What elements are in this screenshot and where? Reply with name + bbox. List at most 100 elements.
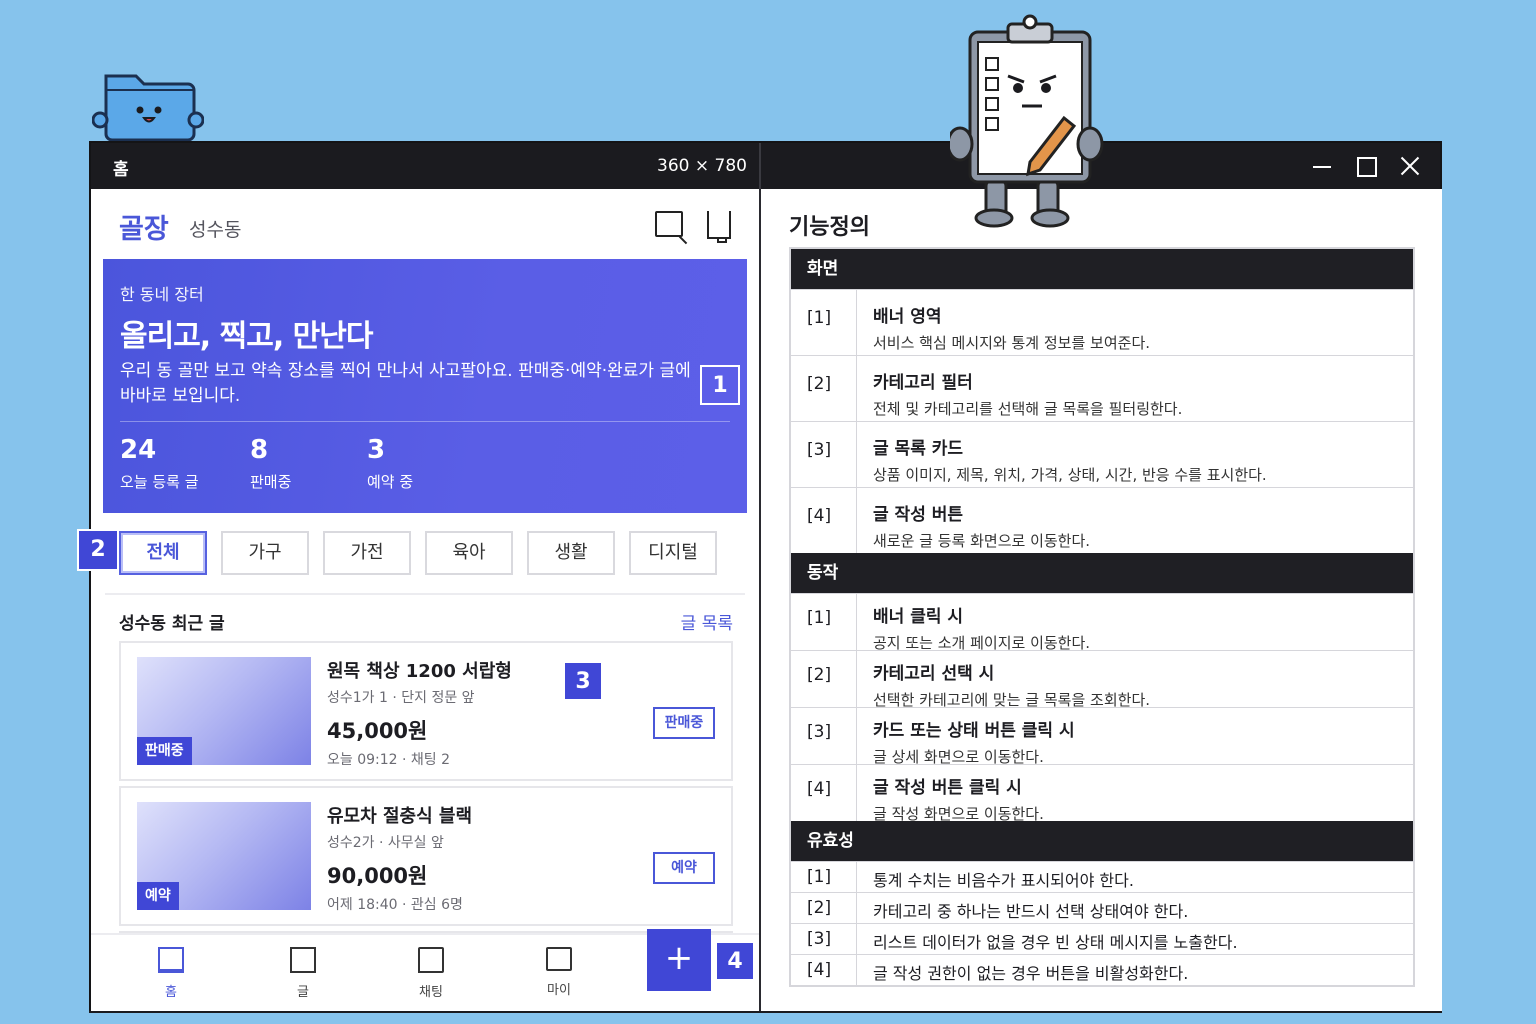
- category-chip-living[interactable]: 생활: [527, 531, 615, 575]
- close-icon[interactable]: [1397, 153, 1423, 179]
- spec-index: [3]: [791, 422, 857, 487]
- spec-name: 카테고리 선택 시: [873, 664, 995, 684]
- home-icon: [158, 947, 184, 973]
- spec-name: 글 작성 버튼 클릭 시: [873, 778, 1022, 798]
- thumbnail-status-tag: 예약: [137, 882, 179, 910]
- spec-name: 배너 영역: [873, 307, 942, 327]
- post-meta: 어제 18:40 · 관심 6명: [327, 897, 463, 913]
- titlebar-divider: [759, 143, 761, 189]
- tab-chat[interactable]: 채팅: [399, 947, 463, 1000]
- minimize-icon[interactable]: [1309, 153, 1335, 179]
- spec-row: [4] 글 작성 권한이 없는 경우 버튼을 비활성화한다.: [791, 954, 1413, 985]
- annotation-marker-4: 4: [715, 941, 755, 981]
- location-label[interactable]: 성수동: [189, 215, 241, 242]
- spec-index: [1]: [791, 594, 857, 650]
- post-card[interactable]: 예약 유모차 절충식 블랙 성수2가 · 사무실 앞 90,000원 어제 18…: [119, 786, 733, 926]
- spec-detail: 서비스 핵심 메시지와 통계 정보를 보여준다.: [873, 334, 1151, 352]
- banner-divider: [120, 421, 730, 422]
- post-price: 45,000원: [327, 719, 428, 743]
- spec-rule: 글 작성 권한이 없는 경우 버튼을 비활성화한다.: [873, 964, 1189, 983]
- spec-row: [1] 배너 클릭 시 공지 또는 소개 페이지로 이동한다.: [791, 593, 1413, 652]
- post-place: 성수2가 · 사무실 앞: [327, 835, 444, 851]
- spec-detail: 글 작성 화면으로 이동한다.: [873, 805, 1044, 823]
- category-chip-appliance[interactable]: 가전: [323, 531, 411, 575]
- category-chip-furniture[interactable]: 가구: [221, 531, 309, 575]
- post-status-button[interactable]: 예약: [653, 852, 715, 884]
- post-place: 성수1가 1 · 단지 정문 앞: [327, 690, 475, 706]
- spec-section-validation: 유효성: [791, 821, 1413, 861]
- spec-detail: 전체 및 카테고리를 선택해 글 목록을 필터링한다.: [873, 400, 1183, 418]
- spec-detail: 새로운 글 등록 화면으로 이동한다.: [873, 532, 1091, 550]
- spec-panel: 기능정의 화면 [1] 배너 영역 서비스 핵심 메시지와 통계 정보를 보여준다…: [761, 189, 1442, 1011]
- stat-today-posts: 24 오늘 등록 글: [120, 435, 199, 492]
- search-icon[interactable]: [655, 211, 683, 237]
- stat-label: 판매중: [250, 473, 292, 491]
- spec-row: [3] 글 목록 카드 상품 이미지, 제목, 위치, 가격, 상태, 시간, 반…: [791, 421, 1413, 487]
- category-chip-baby[interactable]: 육아: [425, 531, 513, 575]
- spec-rule: 카테고리 중 하나는 반드시 선택 상태여야 한다.: [873, 902, 1189, 921]
- annotation-marker-1: 1: [700, 365, 740, 405]
- tab-label: 글: [297, 985, 309, 1000]
- stat-selling: 8 판매중: [250, 435, 291, 492]
- tab-posts[interactable]: 글: [271, 947, 335, 1000]
- phone-preview: 골장 성수동 한 동네 장터 올리고, 찍고, 만난다 우리 동 골만 보고 약…: [77, 189, 759, 1011]
- spec-row: [1] 배너 영역 서비스 핵심 메시지와 통계 정보를 보여준다.: [791, 289, 1413, 355]
- spec-index: [2]: [791, 356, 857, 421]
- post-card[interactable]: 판매중 원목 책상 1200 서랍형 성수1가 1 · 단지 정문 앞 45,0…: [119, 641, 733, 781]
- spec-detail: 상품 이미지, 제목, 위치, 가격, 상태, 시간, 반응 수를 표시한다.: [873, 466, 1267, 484]
- tab-my[interactable]: 마이: [527, 947, 591, 998]
- spec-index: [4]: [791, 955, 857, 985]
- tab-label: 마이: [547, 983, 571, 998]
- spec-index: [4]: [791, 488, 857, 553]
- post-status-button[interactable]: 판매중: [653, 707, 715, 739]
- banner-headline: 올리고, 찍고, 만난다: [120, 319, 373, 354]
- hero-banner[interactable]: 한 동네 장터 올리고, 찍고, 만난다 우리 동 골만 보고 약속 장소를 찍…: [103, 259, 747, 513]
- spec-row: [3] 카드 또는 상태 버튼 클릭 시글 상세 화면으로 이동한다.: [791, 707, 1413, 766]
- spec-title: 기능정의: [789, 215, 870, 240]
- spec-rule: 리스트 데이터가 없을 경우 빈 상태 메시지를 노출한다.: [873, 933, 1238, 952]
- bell-icon[interactable]: [707, 211, 731, 243]
- spec-index: [2]: [791, 893, 857, 923]
- stat-label: 오늘 등록 글: [120, 473, 199, 491]
- post-thumbnail: 예약: [137, 802, 311, 910]
- spec-index: [3]: [791, 708, 857, 764]
- spec-table: 화면 [1] 배너 영역 서비스 핵심 메시지와 통계 정보를 보여준다. [2]…: [789, 247, 1415, 987]
- post-thumbnail: 판매중: [137, 657, 311, 765]
- app-window: 홈 360 × 780 골장 성수동 한 동네 장터 올리고, 찍고, 만난다 …: [77, 141, 1442, 1011]
- category-chip-all[interactable]: 전체: [119, 531, 207, 575]
- app-header: 골장 성수동: [91, 189, 759, 259]
- post-title: 유모차 절충식 블랙: [327, 806, 473, 827]
- post-list-link[interactable]: 글 목록: [681, 609, 733, 634]
- post-price: 90,000원: [327, 864, 428, 888]
- tab-home[interactable]: 홈: [139, 947, 203, 1000]
- spec-index: [2]: [791, 651, 857, 707]
- annotation-marker-2: 2: [77, 529, 119, 571]
- stat-reserved: 3 예약 중: [367, 435, 413, 492]
- stat-value: 8: [250, 435, 269, 465]
- window-titlebar: 홈 360 × 780: [91, 143, 1440, 189]
- stat-value: 3: [367, 435, 386, 465]
- section-divider: [105, 593, 745, 595]
- list-section-title: 성수동 최근 글: [119, 614, 225, 634]
- spec-row: [2] 카테고리 중 하나는 반드시 선택 상태여야 한다.: [791, 892, 1413, 923]
- folder-mascot-illustration: [92, 74, 204, 142]
- spec-row: [3] 리스트 데이터가 없을 경우 빈 상태 메시지를 노출한다.: [791, 923, 1413, 954]
- maximize-icon[interactable]: [1353, 153, 1379, 179]
- spec-name: 글 작성 버튼: [873, 505, 964, 525]
- spec-index: [4]: [791, 765, 857, 821]
- write-post-button[interactable]: +: [647, 929, 711, 991]
- thumbnail-status-tag: 판매중: [137, 737, 192, 765]
- clipboard-mascot-illustration: [950, 14, 1104, 228]
- spec-name: 배너 클릭 시: [873, 607, 964, 627]
- annotation-marker-3: 3: [563, 661, 603, 701]
- spec-index: [1]: [791, 862, 857, 892]
- post-meta: 오늘 09:12 · 채팅 2: [327, 752, 451, 768]
- spec-row: [1] 통계 수치는 비음수가 표시되어야 한다.: [791, 861, 1413, 892]
- app-logo[interactable]: 골장: [119, 207, 169, 246]
- category-chip-digital[interactable]: 디지털: [629, 531, 717, 575]
- stat-value: 24: [120, 435, 157, 465]
- tab-label: 홈: [165, 985, 177, 1000]
- banner-description: 우리 동 골만 보고 약속 장소를 찍어 만나서 사고팔아요. 판매중·예약·완…: [120, 361, 691, 406]
- post-title: 원목 책상 1200 서랍형: [327, 661, 512, 682]
- spec-section-action: 동작: [791, 553, 1413, 593]
